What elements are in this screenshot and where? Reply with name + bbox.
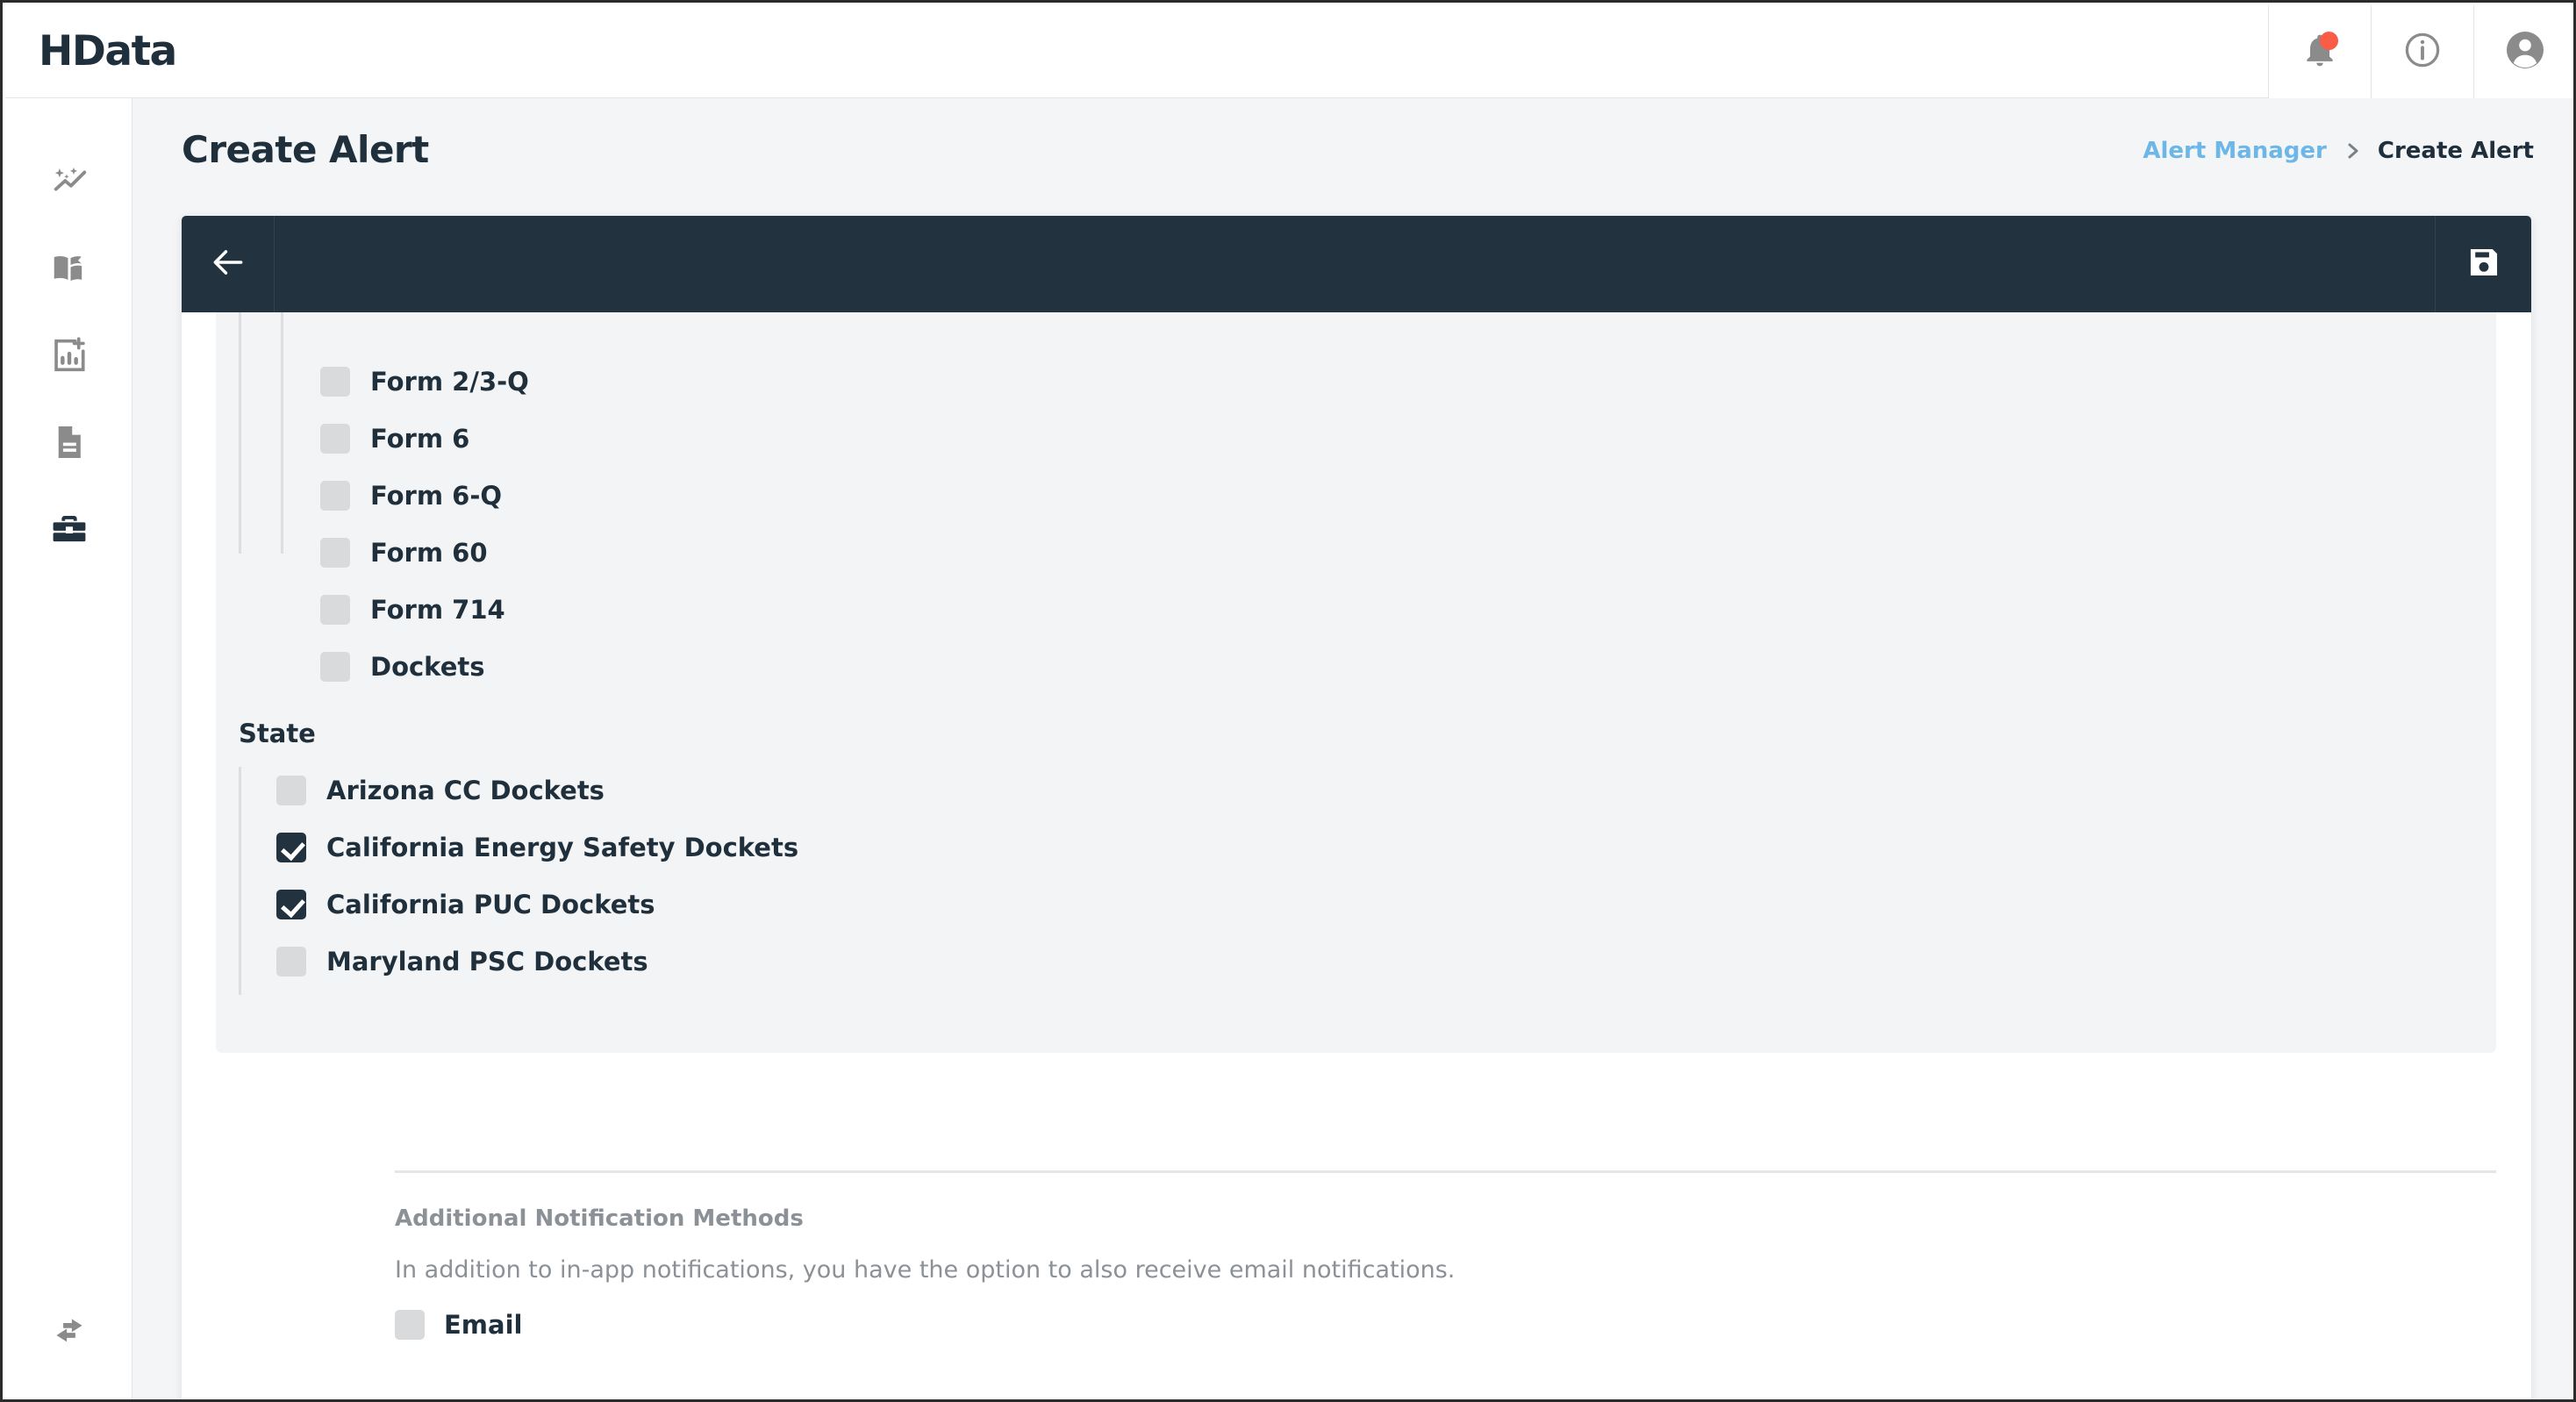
breadcrumb-current: Create Alert — [2377, 138, 2534, 164]
checkbox-label: Form 6 — [370, 423, 470, 454]
left-sidebar — [5, 98, 132, 1399]
checkbox-label: California PUC Dockets — [326, 889, 655, 919]
back-button[interactable] — [182, 216, 275, 312]
sidebar-item-library[interactable] — [5, 227, 132, 314]
checkbox-row-form-714[interactable]: Form 714 — [216, 581, 2496, 638]
app-header: HData — [5, 5, 2573, 98]
sidebar-item-new-chart[interactable] — [5, 314, 132, 401]
app-window: HData Create Alert Alert Manager Create … — [0, 0, 2576, 1402]
breadcrumb-alert-manager[interactable]: Alert Manager — [2143, 138, 2327, 164]
page-title: Create Alert — [182, 128, 429, 171]
info-button[interactable] — [2371, 5, 2473, 98]
checkbox-label: Maryland PSC Dockets — [326, 946, 648, 976]
sidebar-item-insights[interactable] — [5, 140, 132, 227]
checkbox-california-energy-safety-dockets[interactable] — [276, 832, 306, 862]
section-divider — [395, 1170, 2496, 1173]
checkbox-label: California Energy Safety Dockets — [326, 832, 799, 862]
alert-sources-panel[interactable]: Form 2/3-Q Form 6 Form 6-Q Form 60 Form … — [216, 312, 2496, 1053]
arrows-left-right-icon — [49, 1310, 89, 1355]
checkbox-form-2-3-q[interactable] — [320, 366, 350, 397]
sidebar-collapse-toggle[interactable] — [5, 1289, 132, 1376]
card-toolbar — [182, 216, 2531, 312]
account-button[interactable] — [2473, 5, 2573, 98]
checkbox-label: Dockets — [370, 651, 485, 682]
breadcrumb: Alert Manager Create Alert — [2143, 138, 2534, 164]
notifications-button[interactable] — [2268, 5, 2371, 98]
app-logo[interactable]: HData — [39, 31, 177, 72]
checkbox-row-form-2-3-q[interactable]: Form 2/3-Q — [216, 353, 2496, 410]
sources-tree: Form 2/3-Q Form 6 Form 6-Q Form 60 Form … — [216, 312, 2496, 995]
checkbox-form-6-q[interactable] — [320, 480, 350, 511]
notifications-section-title: Additional Notification Methods — [395, 1205, 804, 1232]
checkbox-label: Form 2/3-Q — [370, 366, 529, 397]
checkbox-email[interactable] — [395, 1310, 425, 1340]
checkbox-label: Email — [444, 1310, 523, 1340]
open-book-icon — [49, 248, 89, 293]
sidebar-item-toolbox[interactable] — [5, 488, 132, 575]
group-header-state: State — [239, 718, 316, 748]
checkbox-row-maryland-psc-dockets[interactable]: Maryland PSC Dockets — [216, 933, 2496, 990]
checkbox-row-email[interactable]: Email — [395, 1310, 2325, 1340]
additional-notification-methods-section: Additional Notification Methods In addit… — [395, 1205, 2325, 1340]
checkbox-row-form-6[interactable]: Form 6 — [216, 410, 2496, 467]
checkbox-label: Form 6-Q — [370, 480, 503, 511]
checkbox-label: Form 60 — [370, 537, 488, 568]
document-icon — [49, 422, 89, 467]
save-button[interactable] — [2435, 216, 2531, 312]
info-circle-icon — [2402, 30, 2443, 75]
checkbox-maryland-psc-dockets[interactable] — [276, 946, 306, 976]
arrow-left-icon — [209, 243, 247, 286]
chevron-right-icon — [2342, 138, 2363, 164]
briefcase-icon — [49, 509, 89, 554]
checkbox-label: Form 714 — [370, 594, 505, 625]
page-header: Create Alert Alert Manager Create Alert — [132, 98, 2573, 205]
header-actions — [2268, 5, 2573, 98]
checkbox-form-714[interactable] — [320, 594, 350, 625]
floppy-disk-save-icon — [2465, 244, 2502, 285]
checkbox-row-california-energy-safety-dockets[interactable]: California Energy Safety Dockets — [216, 819, 2496, 876]
checkbox-form-6[interactable] — [320, 423, 350, 454]
chart-add-icon — [49, 335, 89, 380]
notifications-section-description: In addition to in-app notifications, you… — [395, 1256, 1456, 1284]
sidebar-item-documents[interactable] — [5, 401, 132, 488]
state-items-wrapper: Arizona CC Dockets California Energy Saf… — [216, 762, 2496, 995]
main-content: Create Alert Alert Manager Create Alert — [132, 98, 2573, 1399]
sparkle-trend-icon — [49, 161, 89, 206]
checkbox-label: Arizona CC Dockets — [326, 775, 605, 805]
checkbox-row-form-60[interactable]: Form 60 — [216, 524, 2496, 581]
checkbox-federal-dockets[interactable] — [320, 651, 350, 682]
checkbox-row-form-6-q[interactable]: Form 6-Q — [216, 467, 2496, 524]
user-avatar-icon — [2504, 29, 2546, 75]
checkbox-row-california-puc-dockets[interactable]: California PUC Dockets — [216, 876, 2496, 933]
notification-badge-dot — [2320, 32, 2338, 50]
checkbox-arizona-cc-dockets[interactable] — [276, 775, 306, 805]
checkbox-form-60[interactable] — [320, 537, 350, 568]
checkbox-california-puc-dockets[interactable] — [276, 889, 306, 919]
checkbox-row-federal-dockets[interactable]: Dockets — [216, 638, 2496, 695]
create-alert-card: Form 2/3-Q Form 6 Form 6-Q Form 60 Form … — [182, 216, 2531, 1399]
checkbox-row-arizona-cc-dockets[interactable]: Arizona CC Dockets — [216, 762, 2496, 819]
